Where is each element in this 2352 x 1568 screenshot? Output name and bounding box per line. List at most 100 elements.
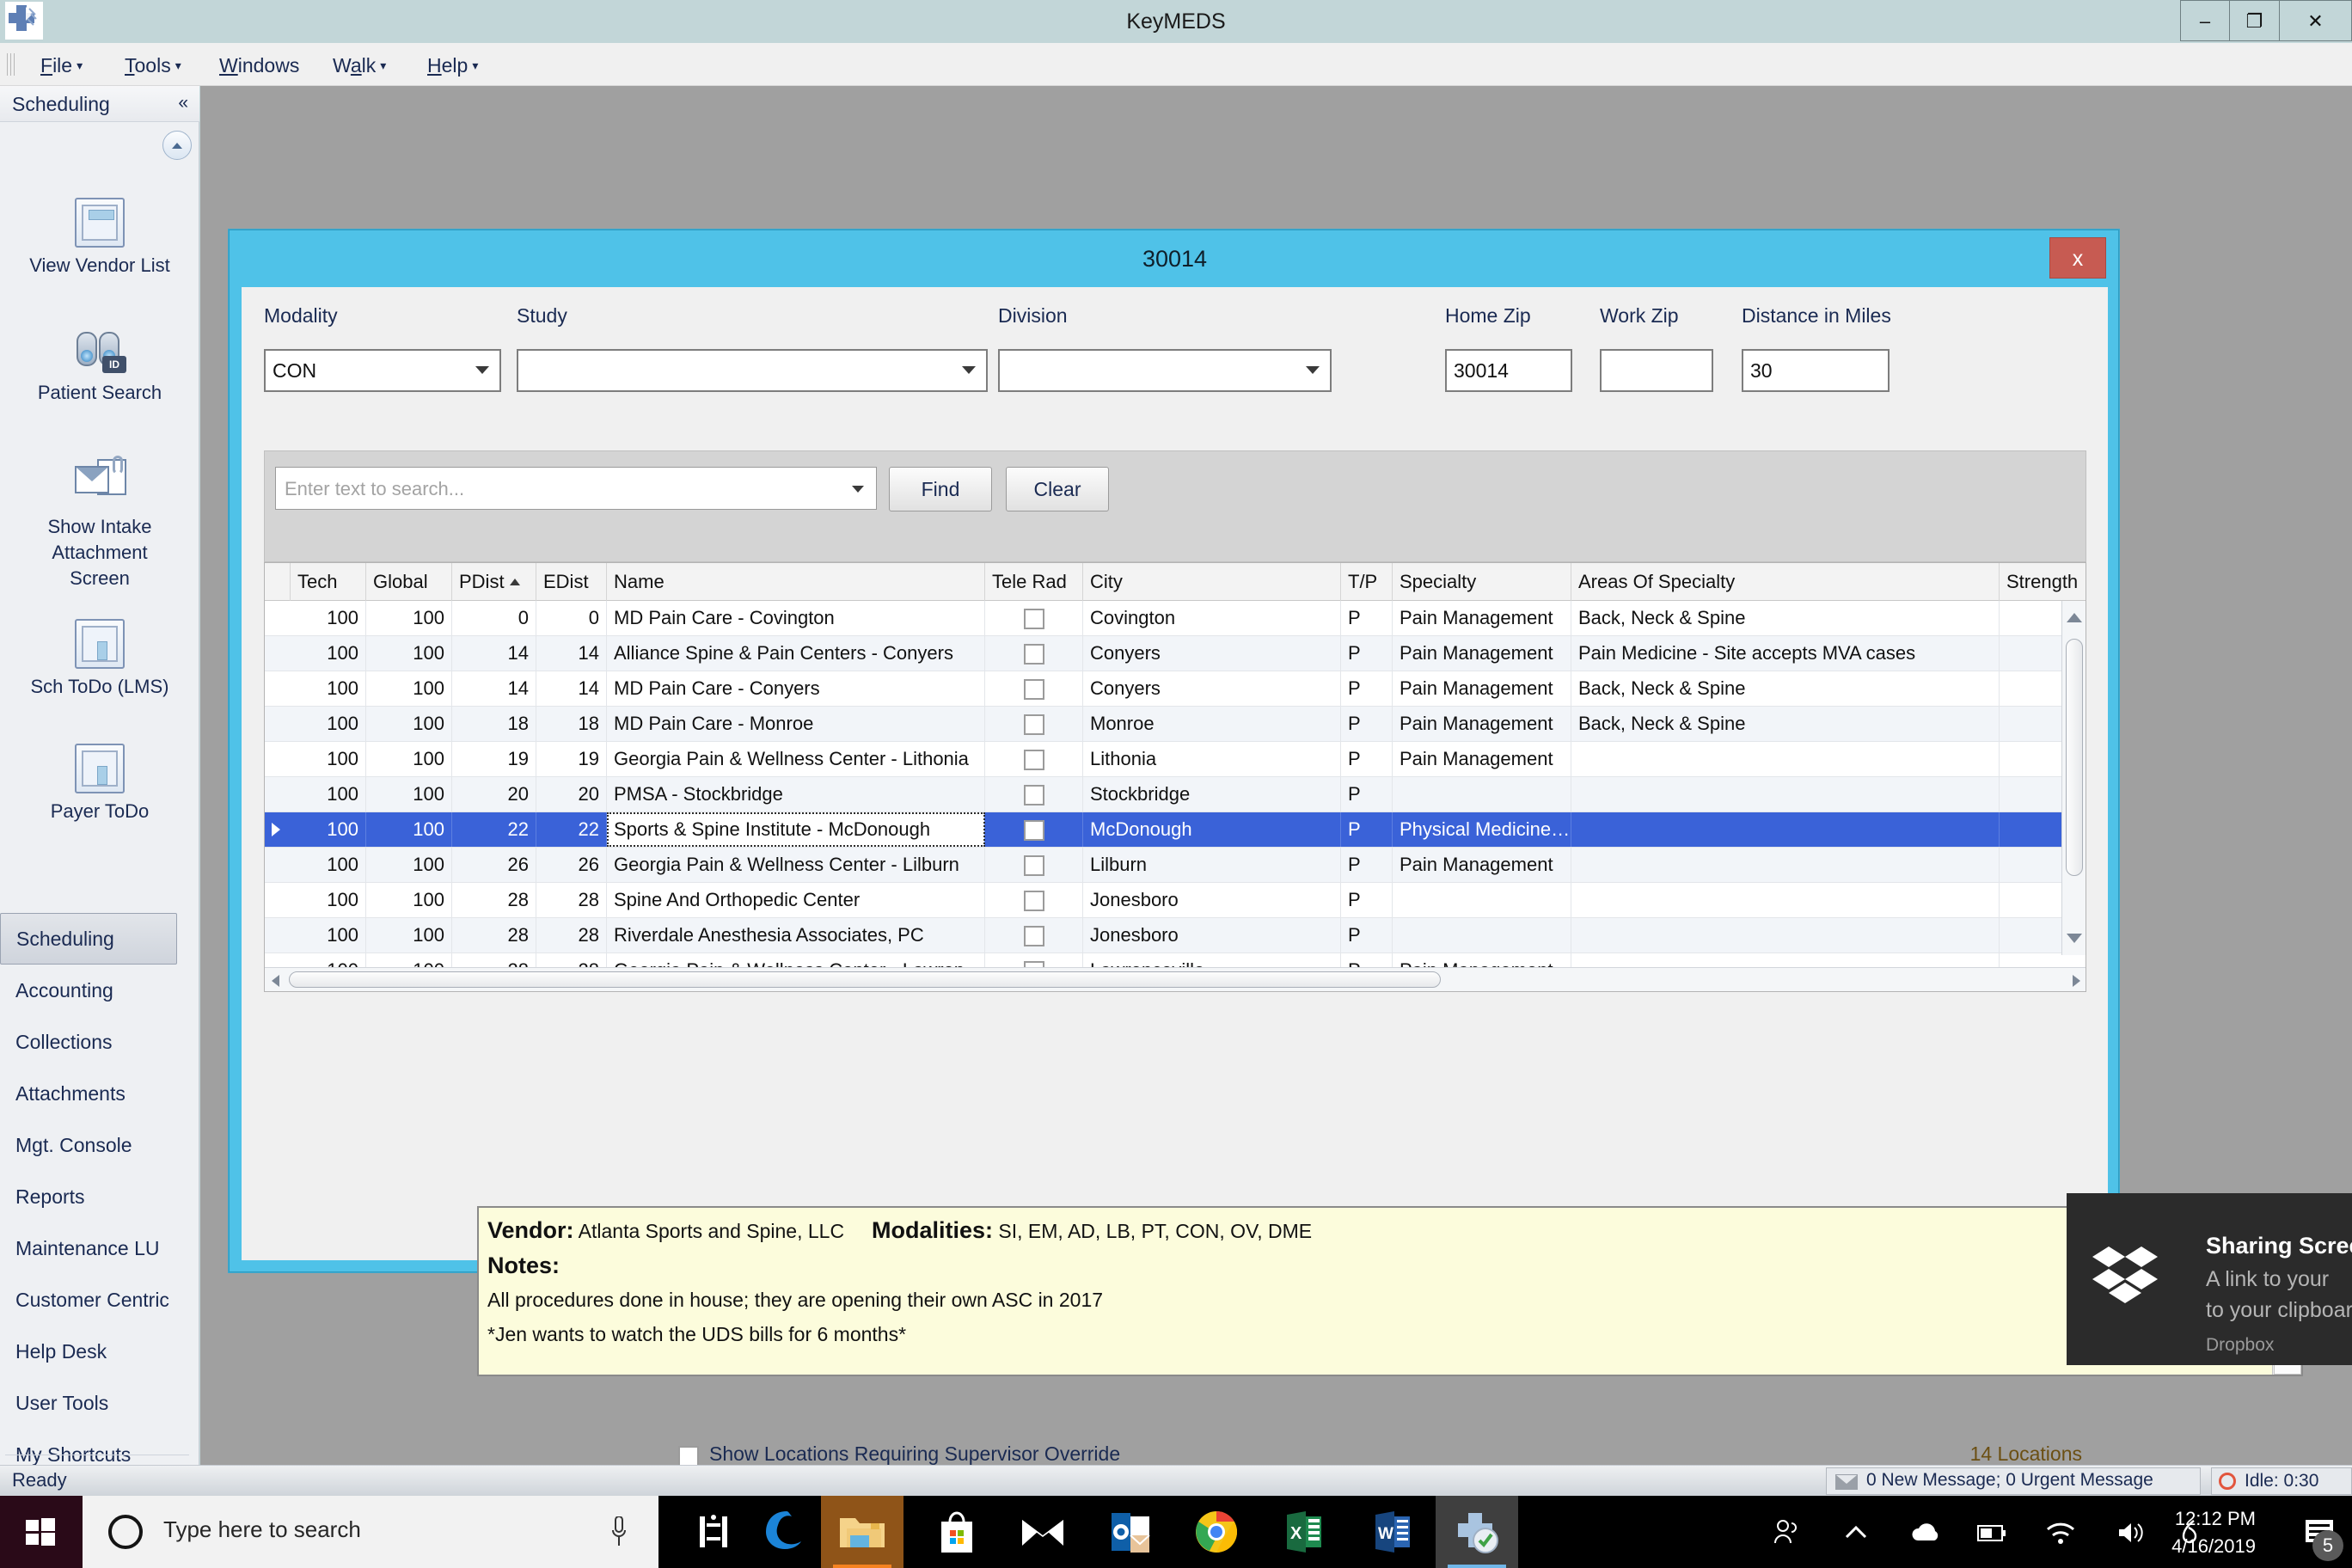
table-row[interactable]: 100 100 26 26 Georgia Pain & Wellness Center…	[265, 848, 2086, 883]
table-row[interactable]: 100 100 0 0 MD Pain Care - Covington Covingto…	[265, 601, 2086, 636]
tele-rad-checkbox[interactable]	[1024, 891, 1044, 911]
home-zip-input[interactable]: 30014	[1445, 349, 1572, 392]
tele-rad-checkbox[interactable]	[1024, 926, 1044, 946]
word-icon[interactable]: W	[1367, 1506, 1418, 1558]
grid-header-name[interactable]: Name	[607, 563, 985, 601]
table-row[interactable]: 100 100 22 22 Sports & Spine Institute - McD…	[265, 812, 2086, 848]
table-row[interactable]: 100 100 19 19 Georgia Pain & Wellness Center…	[265, 742, 2086, 777]
chrome-icon[interactable]	[1191, 1506, 1242, 1558]
notification-count-badge[interactable]: 5	[2312, 1530, 2343, 1561]
grid-header-areas[interactable]: Areas Of Specialty	[1571, 563, 2000, 601]
taskbar-clock-time[interactable]: 12:12 PM	[2127, 1508, 2256, 1530]
sidebar-button-sch-todo-lms[interactable]: Sch ToDo (LMS)	[0, 619, 199, 700]
tele-rad-checkbox[interactable]	[1024, 820, 1044, 841]
taskbar-file-explorer-active[interactable]	[821, 1496, 903, 1568]
close-button[interactable]: ✕	[2280, 0, 2352, 41]
table-row[interactable]: 100 100 14 14 Alliance Spine & Pain Centers …	[265, 636, 2086, 671]
grid-header-strength[interactable]: Strength	[2000, 563, 2086, 601]
menu-walk[interactable]: Walk ▾	[327, 52, 392, 79]
scroll-up-arrow-icon[interactable]	[2067, 613, 2082, 622]
table-row[interactable]: 100 100 18 18 MD Pain Care - Monroe Monroe P Pa…	[265, 707, 2086, 742]
supervisor-override-checkbox[interactable]	[678, 1446, 699, 1467]
table-row[interactable]: 100 100 20 20 PMSA - Stockbridge Stockbridge P	[265, 777, 2086, 812]
sidebar-button-show-intake-attachment-screen[interactable]: Show Intake Attachment Screen	[0, 454, 199, 591]
tele-rad-checkbox[interactable]	[1024, 714, 1044, 735]
grid-header-tech[interactable]: Tech	[291, 563, 366, 601]
grid-vertical-scrollbar[interactable]	[2061, 601, 2086, 955]
grid-header-global[interactable]: Global	[366, 563, 452, 601]
excel-icon[interactable]: X	[1278, 1506, 1330, 1558]
sidebar-item-attachments[interactable]: Attachments	[0, 1068, 177, 1119]
table-row[interactable]: 100 100 28 28 Spine And Orthopedic Center Jon…	[265, 883, 2086, 918]
scroll-down-arrow-icon[interactable]	[2067, 934, 2082, 943]
menu-windows[interactable]: Windows	[213, 52, 305, 79]
sidebar-button-payer-todo[interactable]: Payer ToDo	[0, 744, 199, 824]
maximize-button[interactable]: ❐	[2230, 0, 2280, 41]
battery-icon[interactable]	[1975, 1518, 2008, 1547]
distance-input[interactable]: 30	[1742, 349, 1890, 392]
grid-horizontal-scroll-thumb[interactable]	[289, 971, 1441, 988]
sidebar-item-help-desk[interactable]: Help Desk	[0, 1326, 177, 1377]
grid-header-pdist[interactable]: PDist	[452, 563, 536, 601]
grid-header-city[interactable]: City	[1083, 563, 1341, 601]
menu-help[interactable]: Help ▾	[421, 52, 484, 79]
sidebar-item-scheduling[interactable]: Scheduling	[0, 913, 177, 965]
taskbar-search-box[interactable]: Type here to search	[83, 1496, 658, 1568]
tele-rad-checkbox[interactable]	[1024, 644, 1044, 665]
menu-file[interactable]: File ▾	[34, 52, 89, 79]
vendor-notes-panel[interactable]: Vendor: Atlanta Sports and Spine, LLC Mo…	[477, 1206, 2303, 1376]
show-hidden-icons-chevron-up-icon[interactable]	[1841, 1518, 1871, 1547]
sidebar-button-view-vendor-list[interactable]: View Vendor List	[0, 198, 199, 279]
scroll-right-arrow-icon[interactable]	[2073, 975, 2080, 987]
dropbox-notification-toast[interactable]: Sharing Screen A link to your to your cl…	[2067, 1193, 2352, 1365]
outlook-icon[interactable]	[1105, 1506, 1156, 1558]
sidebar-item-maintenance-lu[interactable]: Maintenance LU	[0, 1222, 177, 1274]
table-row[interactable]: 100 100 28 28 Riverdale Anesthesia Associate…	[265, 918, 2086, 953]
edge-icon[interactable]	[761, 1506, 812, 1558]
modality-select[interactable]: CON	[264, 349, 501, 392]
search-input[interactable]: Enter text to search...	[275, 467, 877, 510]
microphone-icon[interactable]	[612, 1516, 626, 1547]
grid-vertical-scroll-thumb[interactable]	[2066, 639, 2083, 876]
sidebar-button-patient-search[interactable]: ID Patient Search	[0, 325, 199, 406]
tele-rad-checkbox[interactable]	[1024, 785, 1044, 805]
work-zip-input[interactable]	[1600, 349, 1713, 392]
people-icon[interactable]	[1773, 1518, 1802, 1547]
menu-grip-handle[interactable]	[5, 53, 19, 76]
sidebar-item-reports[interactable]: Reports	[0, 1171, 177, 1222]
grid-header-tp[interactable]: T/P	[1341, 563, 1393, 601]
division-select[interactable]	[998, 349, 1332, 392]
taskbar-clock-date[interactable]: 4/16/2019	[2127, 1535, 2256, 1558]
sidebar-item-accounting[interactable]: Accounting	[0, 965, 177, 1016]
tele-rad-checkbox[interactable]	[1024, 609, 1044, 629]
mail-icon[interactable]	[1017, 1506, 1069, 1558]
tele-rad-checkbox[interactable]	[1024, 855, 1044, 876]
sidebar-item-mgt-console[interactable]: Mgt. Console	[0, 1119, 177, 1171]
find-button[interactable]: Find	[889, 467, 992, 511]
minimize-button[interactable]: –	[2180, 0, 2230, 41]
sidebar-scroll-up-button[interactable]	[162, 131, 192, 160]
menu-tools[interactable]: Tools ▾	[119, 52, 187, 79]
table-row[interactable]: 100 100 14 14 MD Pain Care - Conyers Conyers P…	[265, 671, 2086, 707]
grid-horizontal-scrollbar[interactable]	[265, 967, 2086, 991]
chevron-down-icon[interactable]	[852, 486, 864, 493]
taskbar-keymeds-active[interactable]	[1436, 1496, 1518, 1568]
dialog-close-button[interactable]: x	[2049, 237, 2106, 279]
scroll-left-arrow-icon[interactable]	[272, 975, 279, 987]
grid-header-edist[interactable]: EDist	[536, 563, 607, 601]
tele-rad-checkbox[interactable]	[1024, 679, 1044, 700]
wifi-icon[interactable]	[2044, 1518, 2077, 1547]
study-select[interactable]	[517, 349, 988, 392]
onedrive-cloud-icon[interactable]	[1908, 1518, 1943, 1547]
sidebar-item-customer-centric[interactable]: Customer Centric	[0, 1274, 177, 1326]
grid-header-telerad[interactable]: Tele Rad	[985, 563, 1083, 601]
tele-rad-checkbox[interactable]	[1024, 750, 1044, 770]
status-messages-panel[interactable]: 0 New Message; 0 Urgent Message	[1826, 1467, 2201, 1495]
grid-header-specialty[interactable]: Specialty	[1393, 563, 1571, 601]
sidebar-item-user-tools[interactable]: User Tools	[0, 1377, 177, 1429]
sidebar-item-collections[interactable]: Collections	[0, 1016, 177, 1068]
task-view-icon[interactable]	[688, 1506, 739, 1558]
microsoft-store-icon[interactable]	[931, 1506, 983, 1558]
clear-button[interactable]: Clear	[1006, 467, 1109, 511]
start-button[interactable]	[0, 1496, 83, 1568]
